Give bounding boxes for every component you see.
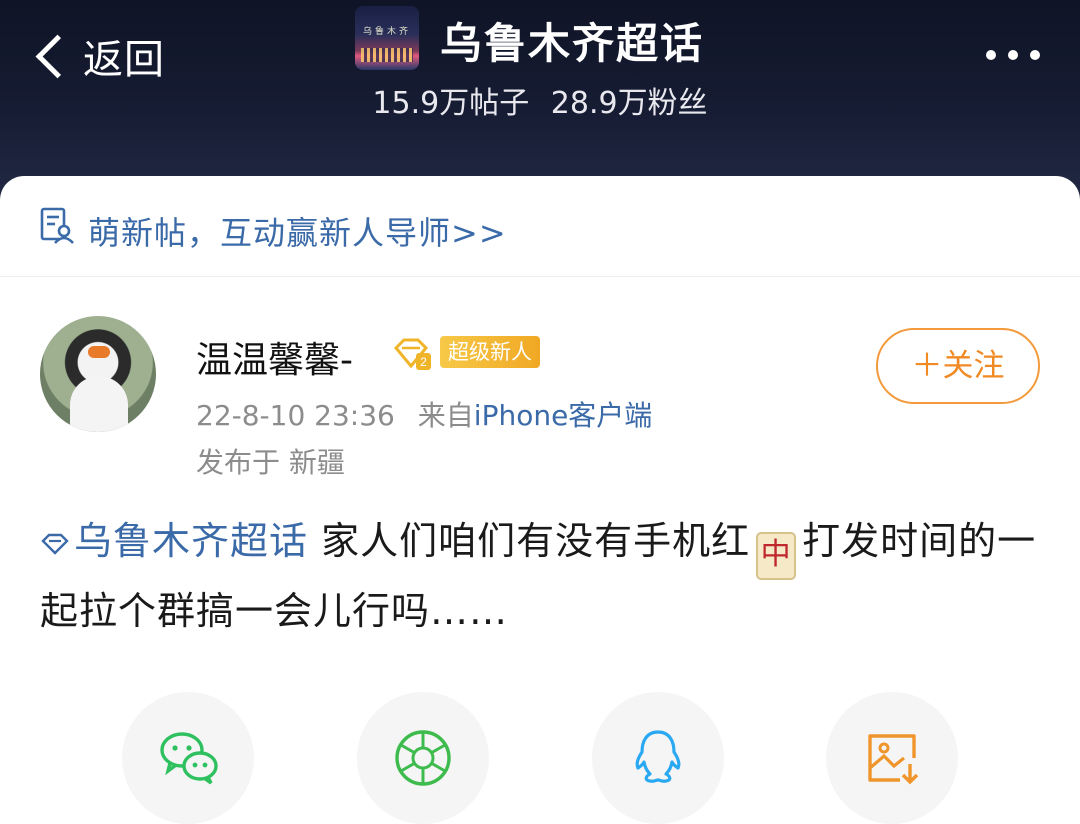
banner-text: 萌新帖，互动赢新人导师>> xyxy=(88,214,507,252)
post-source[interactable]: iPhone客户端 xyxy=(474,399,653,432)
post-card: 萌新帖，互动赢新人导师>> 温温馨馨- 2 超级新人 22-8-10 23:36… xyxy=(0,176,1080,824)
save-image-icon xyxy=(868,734,919,785)
follow-button[interactable]: ＋关注 xyxy=(876,328,1040,404)
share-qq-button[interactable] xyxy=(592,692,724,824)
share-wechat-button[interactable] xyxy=(122,692,254,824)
share-save-image-button[interactable] xyxy=(826,692,958,824)
chevron-left-icon xyxy=(35,34,80,78)
topic-header: 返回 乌鲁木齐 乌鲁木齐超话 15.9万帖子 28.9万粉丝 xyxy=(0,0,1080,200)
share-options xyxy=(0,692,1080,824)
topic-tag-link[interactable]: 乌鲁木齐超话 xyxy=(74,519,308,563)
post-content: 乌鲁木齐超话 家人们咱们有没有手机红中打发时间的一起拉个群搞一会儿行吗…… xyxy=(40,510,1040,643)
topic-thumbnail-text: 乌鲁木齐 xyxy=(362,27,411,37)
moments-icon xyxy=(395,730,451,786)
share-moments-button[interactable] xyxy=(357,692,489,824)
post-timestamp: 22-8-10 23:36 xyxy=(196,399,395,432)
avatar[interactable] xyxy=(40,316,156,432)
topic-thumbnail[interactable]: 乌鲁木齐 xyxy=(355,6,419,70)
city-skyline xyxy=(361,48,413,62)
more-options-button[interactable] xyxy=(986,50,1040,60)
topic-title: 乌鲁木齐超话 xyxy=(440,19,705,68)
avatar-beak xyxy=(88,346,110,358)
posts-count: 15.9万帖子 xyxy=(372,86,530,121)
back-label: 返回 xyxy=(83,37,165,83)
back-button[interactable]: 返回 xyxy=(30,26,165,86)
avatar-body xyxy=(70,376,128,432)
level-badge: 超级新人 xyxy=(440,336,540,368)
more-dot-icon xyxy=(986,50,996,60)
post-text-part1: 家人们咱们有没有手机红 xyxy=(308,519,751,563)
more-dot-icon xyxy=(1008,50,1018,60)
wechat-icon xyxy=(160,732,218,785)
more-dot-icon xyxy=(1030,50,1040,60)
post-location: 发布于 新疆 xyxy=(196,446,345,479)
newbie-banner[interactable]: 萌新帖，互动赢新人导师>> xyxy=(0,176,1080,277)
document-user-icon xyxy=(40,207,74,244)
fans-count: 28.9万粉丝 xyxy=(550,86,708,121)
post-source-prefix: 来自 xyxy=(417,399,474,432)
diamond-badge-icon: 2 xyxy=(393,338,431,370)
svg-text:2: 2 xyxy=(420,355,427,369)
super-topic-diamond-icon xyxy=(41,533,69,555)
mahjong-red-dragon-emoji: 中 xyxy=(756,532,797,580)
post-meta: 22-8-10 23:36 来自iPhone客户端 xyxy=(196,394,652,434)
topic-stats: 15.9万帖子 28.9万粉丝 xyxy=(0,78,1080,122)
username[interactable]: 温温馨馨- xyxy=(196,331,353,383)
qq-icon xyxy=(635,730,681,783)
